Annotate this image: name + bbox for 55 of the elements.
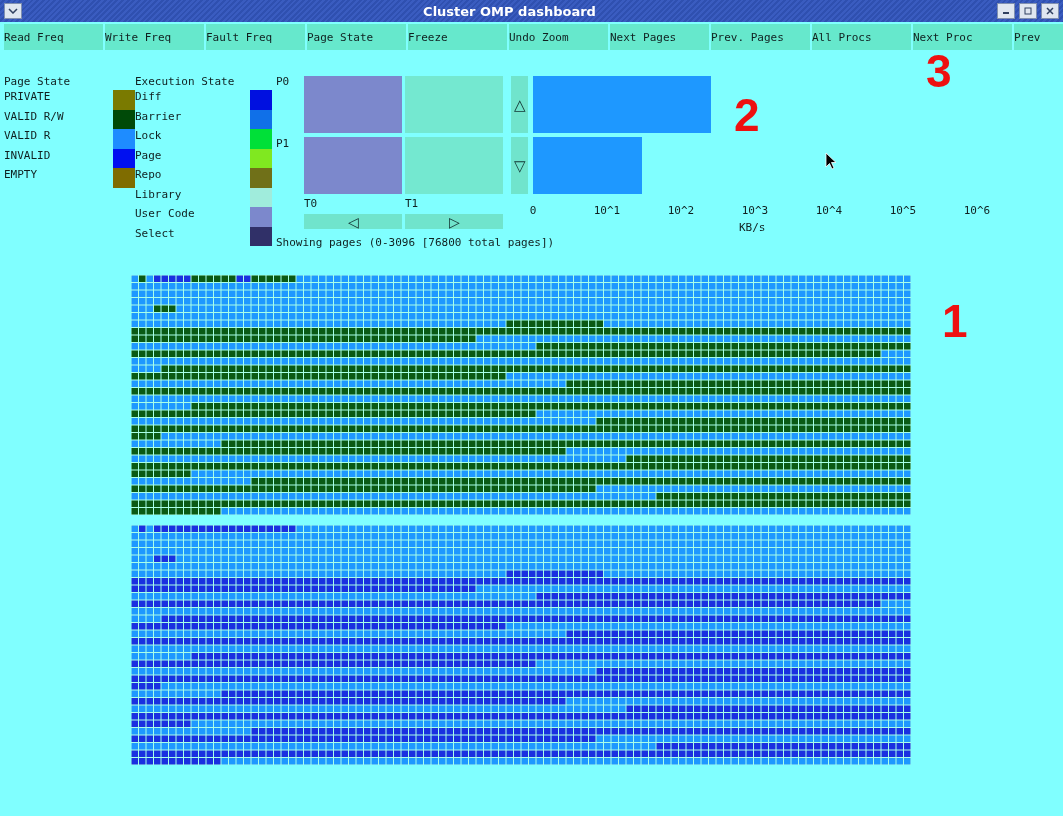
legend-label: Select — [135, 226, 175, 242]
scroll-down-button[interactable]: ▽ — [511, 137, 528, 194]
status-text: Showing pages (0-3096 [76800 total pages]) — [276, 236, 555, 249]
toolbar-button[interactable]: Prev. Pages — [711, 24, 810, 50]
toolbar-button[interactable]: Page State — [307, 24, 406, 50]
toolbar-button[interactable]: Next Pages — [610, 24, 709, 50]
legend-label: EMPTY — [4, 168, 39, 183]
axis-tick-label: 10^1 — [592, 204, 622, 217]
legend-label: Diff — [135, 90, 162, 105]
window-title: Cluster OMP dashboard — [422, 3, 597, 19]
legend-label: Lock — [135, 129, 162, 144]
processor-label: P1 — [276, 138, 291, 152]
scroll-right-button[interactable]: ▷ — [405, 214, 503, 229]
legend-title: Page State — [4, 76, 72, 90]
legend-label: VALID R/W — [4, 109, 65, 125]
legend-label: User Code — [135, 207, 195, 222]
legend-label: INVALID — [4, 148, 52, 164]
toolbar-button[interactable]: Fault Freq — [206, 24, 305, 50]
toolbar-button[interactable]: Undo Zoom — [509, 24, 608, 50]
annotation-number: 3 — [926, 48, 952, 94]
axis-tick-label: 10^2 — [666, 204, 696, 217]
toolbar-button[interactable]: Write Freq — [105, 24, 204, 50]
legend-label: Library — [135, 187, 182, 203]
legend-label: Repo — [135, 168, 162, 183]
menu-icon[interactable] — [4, 3, 22, 19]
legend-title: Execution State — [135, 76, 236, 90]
axis-tick-label: 10^3 — [740, 204, 770, 217]
minimize-icon[interactable] — [997, 3, 1015, 19]
thread-label: T0 — [304, 197, 319, 211]
toolbar-button[interactable]: Prev — [1014, 24, 1063, 50]
scroll-left-button[interactable]: ◁ — [304, 214, 402, 229]
toolbar-button[interactable]: Next Proc — [913, 24, 1012, 50]
thread-cell[interactable] — [405, 137, 503, 194]
legend-label: VALID R — [4, 129, 52, 144]
legend-label: PRIVATE — [4, 90, 52, 105]
thread-cell[interactable] — [405, 76, 503, 133]
axis-tick-label: 10^5 — [888, 204, 918, 217]
processor-label: P0 — [276, 76, 291, 90]
thread-cell[interactable] — [304, 137, 402, 194]
scroll-up-button[interactable]: △ — [511, 76, 528, 133]
thread-label: T1 — [405, 197, 420, 211]
close-icon[interactable] — [1041, 3, 1059, 19]
mouse-pointer-icon — [825, 152, 837, 170]
thread-cell[interactable] — [304, 76, 402, 133]
legend-label: Page — [135, 148, 162, 164]
axis-tick-label: 10^6 — [962, 204, 992, 217]
legend-label: Barrier — [135, 109, 182, 125]
toolbar-button[interactable]: All Procs — [812, 24, 911, 50]
toolbar-button[interactable]: Read Freq — [4, 24, 103, 50]
axis-tick-label: 0 — [528, 204, 538, 217]
toolbar-button[interactable]: Freeze — [408, 24, 507, 50]
annotation-number: 1 — [942, 298, 968, 344]
annotation-number: 2 — [734, 92, 760, 138]
axis-tick-label: 10^4 — [814, 204, 844, 217]
axis-label: KB/s — [739, 221, 766, 234]
